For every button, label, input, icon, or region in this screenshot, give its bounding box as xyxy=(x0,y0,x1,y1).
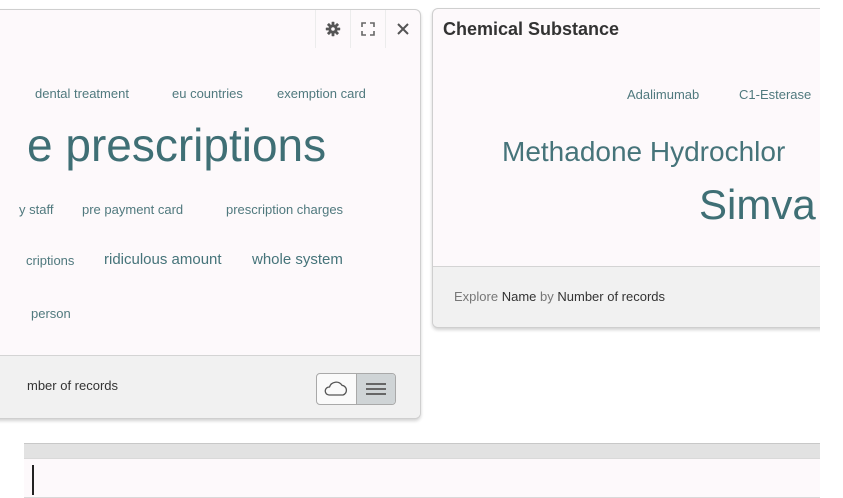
panel-footer: Explore Name by Number of records xyxy=(433,266,820,327)
cloud-word[interactable]: y staff xyxy=(19,202,53,217)
settings-button[interactable] xyxy=(315,10,350,48)
footer-measure-label: mber of records xyxy=(27,378,119,393)
panel-toolbar xyxy=(315,10,420,48)
cloud-word-largest[interactable]: e prescriptions xyxy=(27,118,326,172)
cloud-word[interactable]: C1-Esterase xyxy=(739,87,811,102)
cloud-word[interactable]: criptions xyxy=(26,253,74,268)
expand-button[interactable] xyxy=(350,10,385,48)
cloud-word[interactable]: eu countries xyxy=(172,86,243,101)
by-label: by xyxy=(540,289,554,304)
close-button[interactable] xyxy=(385,10,420,48)
word-cloud-panel-right: Chemical Substance Adalimumab C1-Esteras… xyxy=(432,8,820,328)
cloud-word-largest[interactable]: Simva xyxy=(699,181,816,229)
list-view-button[interactable] xyxy=(355,374,395,404)
cloud-word[interactable]: exemption card xyxy=(277,86,366,101)
panel-title: Chemical Substance xyxy=(443,19,620,39)
text-caret xyxy=(32,465,34,495)
explore-label: Explore xyxy=(454,289,499,304)
cloud-word[interactable]: dental treatment xyxy=(35,86,129,101)
word-cloud-panel-left: dental treatment eu countries exemption … xyxy=(0,9,421,419)
cloud-word[interactable]: prescription charges xyxy=(226,202,343,217)
explore-measure[interactable]: Number of records xyxy=(557,289,665,304)
cloud-word[interactable]: Methadone Hydrochlor xyxy=(502,136,785,168)
gear-icon xyxy=(325,21,341,37)
view-toggle xyxy=(316,373,396,405)
close-icon xyxy=(397,23,409,35)
cloud-view-button[interactable] xyxy=(317,374,356,404)
cloud-word[interactable]: pre payment card xyxy=(82,202,183,217)
cloud-word[interactable]: ridiculous amount xyxy=(104,251,222,268)
query-input[interactable] xyxy=(24,458,820,498)
cloud-icon xyxy=(324,381,348,396)
cloud-word[interactable]: Adalimumab xyxy=(627,87,699,102)
explore-field[interactable]: Name xyxy=(502,289,537,304)
cloud-word[interactable]: whole system xyxy=(252,251,343,268)
expand-icon xyxy=(361,22,375,36)
cloud-word[interactable]: person xyxy=(31,306,71,321)
dashboard-canvas: dental treatment eu countries exemption … xyxy=(0,0,820,498)
explore-caption: Explore Name by Number of records xyxy=(454,289,665,304)
list-icon xyxy=(365,383,386,395)
panel-footer: mber of records xyxy=(0,355,420,418)
